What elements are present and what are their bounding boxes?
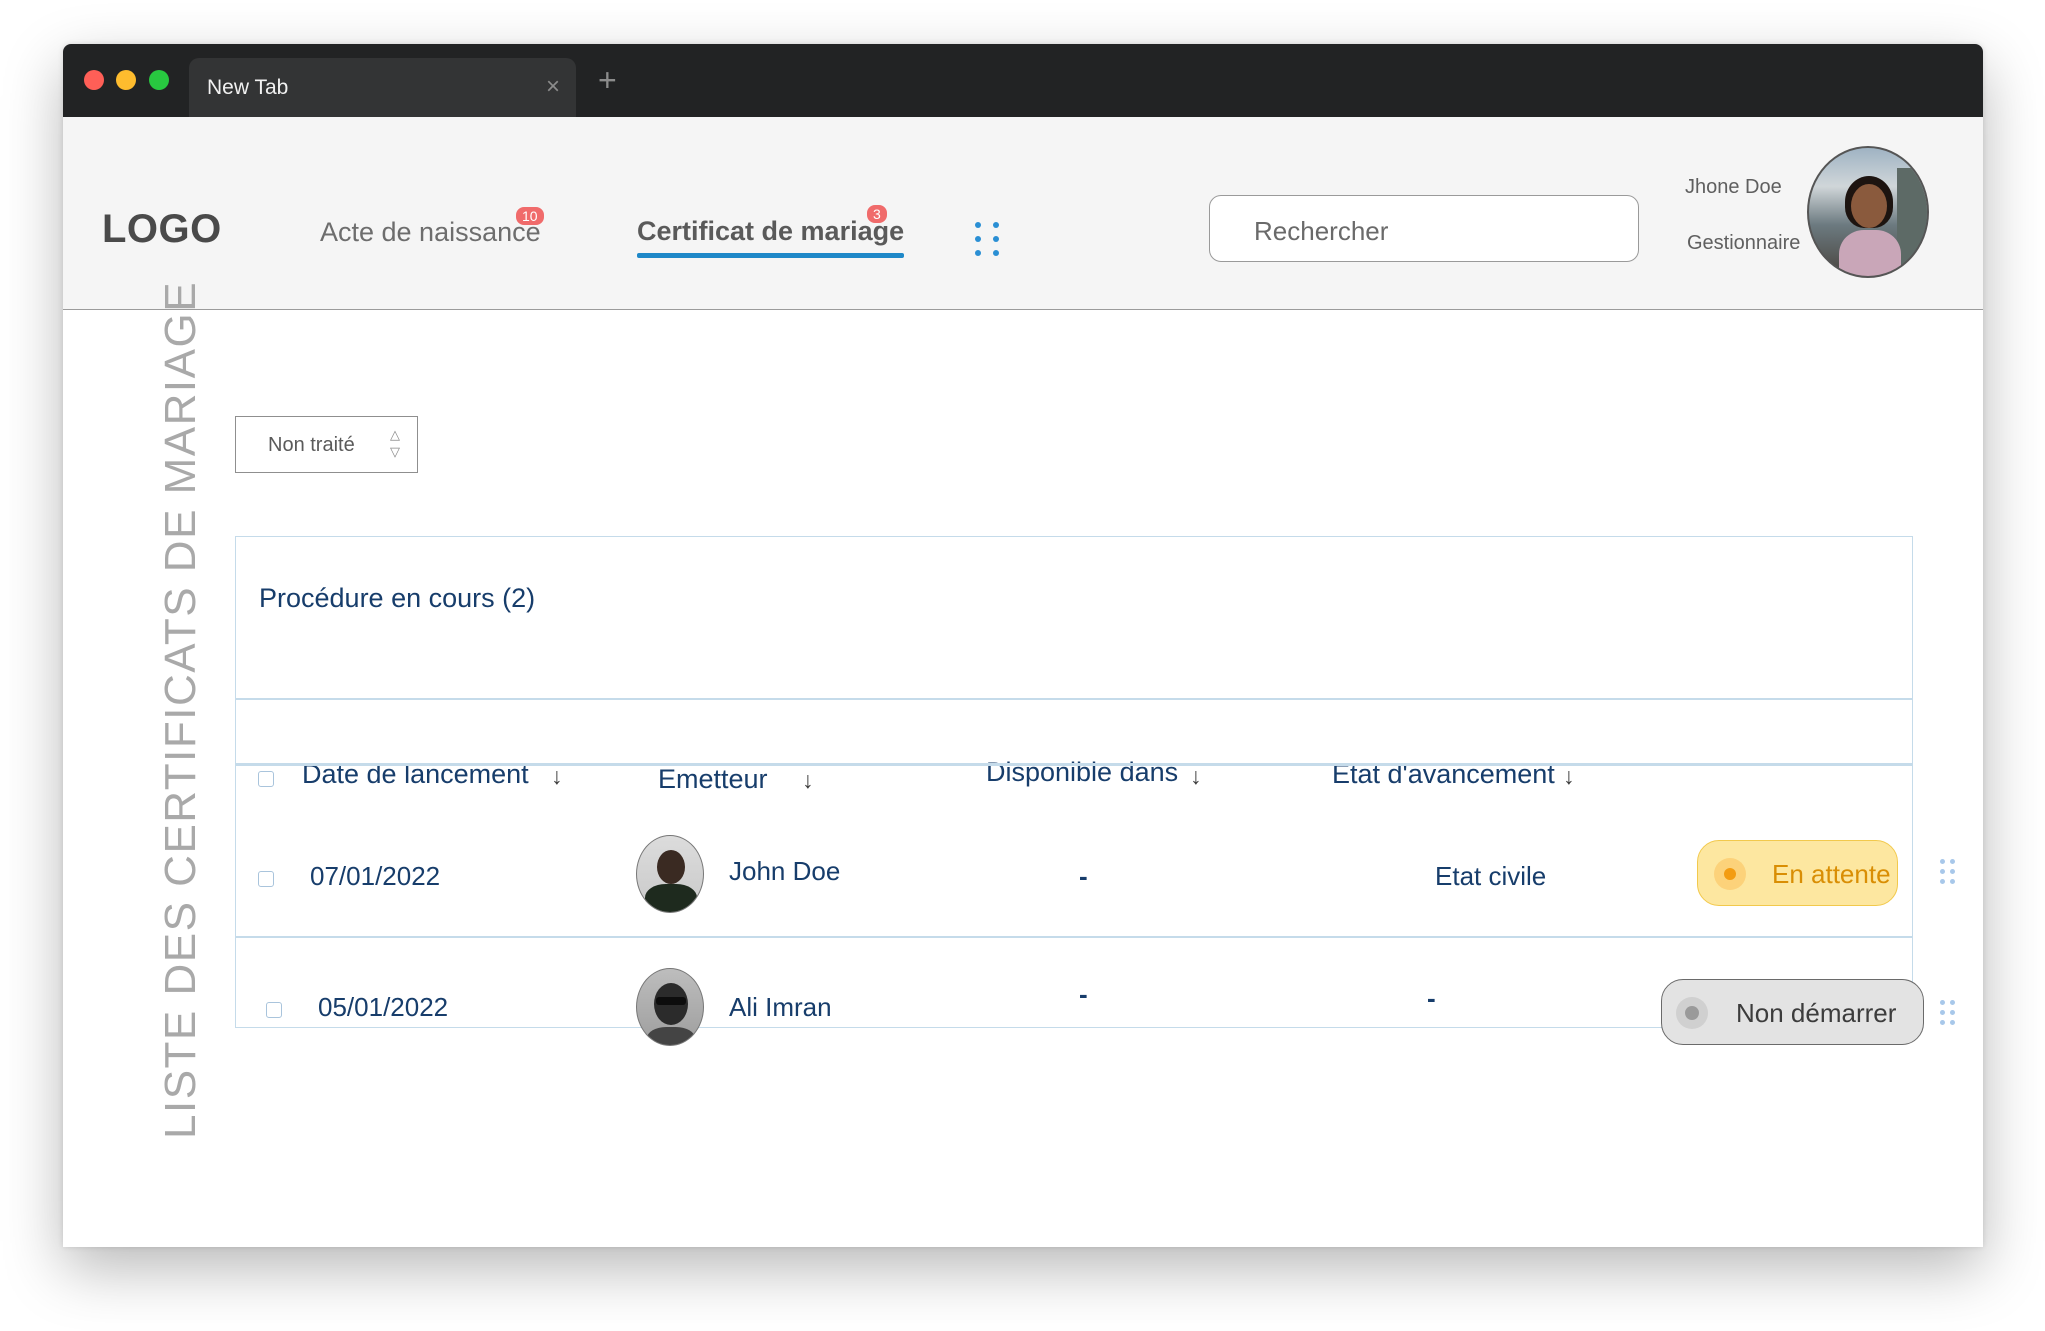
cell-available: - [1079, 979, 1088, 1009]
minimize-window-button[interactable] [116, 70, 136, 90]
user-name: Jhone Doe [1685, 176, 1782, 198]
sort-arrow-icon[interactable]: ↓ [802, 767, 814, 794]
cell-emitter: Ali Imran [729, 992, 832, 1022]
nav-certificat-de-mariage[interactable]: Certificat de mariage [637, 216, 905, 258]
drag-handle-icon[interactable] [1940, 1000, 1956, 1026]
filter-value: Non traité [268, 434, 355, 456]
sort-arrow-icon[interactable]: ↓ [1563, 763, 1575, 790]
browser-tab[interactable]: New Tab × [189, 58, 576, 117]
row-checkbox[interactable] [258, 871, 274, 887]
cell-emitter: John Doe [729, 856, 841, 886]
card-title: Procédure en cours (2) [259, 583, 536, 613]
maximize-window-button[interactable] [149, 70, 169, 90]
procedures-card: Procédure en cours (2) Date de lancement… [235, 536, 1955, 1046]
browser-window: New Tab × + LOGO Acte de naissance 10 Ce… [63, 44, 1983, 1247]
status-filter-select[interactable]: Non traité △ ▽ [235, 416, 418, 473]
avatar [636, 968, 704, 1046]
cell-date: 05/01/2022 [318, 992, 449, 1022]
active-tab-underline [637, 253, 905, 258]
page-title-vertical: LISTE DES CERTIFICATS DE MARIAGE [156, 280, 205, 1139]
close-window-button[interactable] [84, 70, 104, 90]
avatar [636, 835, 704, 913]
search-placeholder: Rechercher [1254, 216, 1389, 246]
status-badge[interactable]: En attente [1697, 840, 1898, 906]
search-input[interactable]: Rechercher [1209, 195, 1639, 262]
user-avatar[interactable] [1807, 146, 1929, 278]
app-header: LOGO Acte de naissance 10 Certificat de … [63, 117, 1983, 310]
tab-close-icon[interactable]: × [546, 73, 560, 101]
divider [236, 698, 1912, 700]
cell-progress: - [1427, 983, 1436, 1013]
row-checkbox[interactable] [266, 1002, 282, 1018]
divider [236, 936, 1912, 938]
nav-label: Certificat de mariage [637, 216, 905, 246]
status-badge[interactable]: Non démarrer [1661, 979, 1924, 1045]
grid-dots-icon[interactable] [975, 222, 1005, 258]
drag-handle-icon[interactable] [1940, 859, 1956, 885]
notification-badge: 3 [867, 205, 887, 223]
select-all-checkbox[interactable] [258, 771, 274, 787]
notification-badge: 10 [516, 207, 544, 225]
cell-available: - [1079, 861, 1088, 891]
column-header-disponible[interactable]: Disponible dans [986, 757, 1178, 788]
sort-arrow-icon[interactable]: ↓ [1190, 763, 1202, 790]
column-header-emetteur[interactable]: Emetteur [658, 764, 768, 795]
cell-progress: Etat civile [1435, 861, 1547, 891]
new-tab-icon[interactable]: + [598, 64, 617, 96]
sort-arrows-icon: △ ▽ [390, 427, 400, 459]
tab-title: New Tab [207, 76, 289, 99]
nav-acte-de-naissance[interactable]: Acte de naissance [320, 217, 541, 248]
browser-titlebar: New Tab × + [63, 44, 1983, 117]
status-label: En attente [1772, 859, 1891, 889]
sort-arrow-icon[interactable]: ↓ [551, 763, 563, 790]
cell-date: 07/01/2022 [310, 861, 441, 891]
status-label: Non démarrer [1736, 998, 1897, 1028]
logo[interactable]: LOGO [102, 207, 222, 252]
user-role: Gestionnaire [1687, 232, 1801, 254]
